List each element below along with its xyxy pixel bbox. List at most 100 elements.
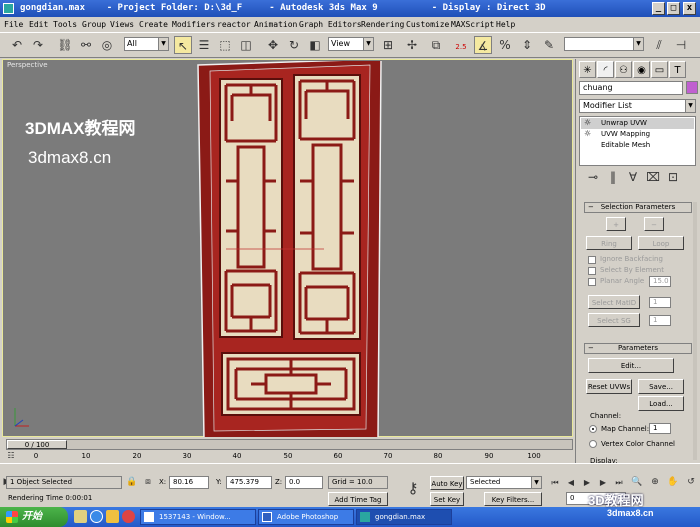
mirror-icon[interactable]: ⫽ [650,36,668,54]
lock-selection-icon[interactable]: 🔒 [126,475,138,489]
task-photoshop[interactable]: Adobe Photoshop [258,509,354,525]
menu-rendering[interactable]: Rendering [361,17,404,32]
load-uvw-button[interactable]: Load... [638,396,684,411]
parameters-rollout[interactable]: − Parameters [584,343,692,354]
arc-rotate-icon[interactable]: ↺ [684,476,698,489]
configure-modifier-sets-icon[interactable]: ⊡ [664,168,682,186]
menu-help[interactable]: Help [496,17,515,32]
go-to-end-icon[interactable]: ⏭ [612,476,626,489]
set-key-button[interactable]: Set Key [430,492,464,506]
browser-icon[interactable] [90,510,103,523]
named-selection-dropdown[interactable]: ▼ [564,37,644,51]
select-by-element-checkbox[interactable] [588,267,596,275]
modifier-list-dropdown[interactable]: Modifier List ▼ [579,99,696,113]
reference-coord-dropdown[interactable]: View ▼ [328,37,374,51]
zoom-all-icon[interactable]: ⊕ [648,476,662,489]
ignore-backfacing-checkbox[interactable] [588,256,596,264]
ring-button[interactable]: Ring [586,236,632,250]
align-icon[interactable]: ⊣ [672,36,690,54]
pan-icon[interactable]: ✋ [666,476,680,489]
spinner-snap-icon[interactable]: ⇕ [518,36,536,54]
frame-ruler[interactable]: 0 10 20 30 40 50 60 70 80 90 100 [34,452,573,462]
hierarchy-tab-icon[interactable]: ⚇ [615,61,632,78]
menu-views[interactable]: Views [110,17,134,32]
select-manipulate-icon[interactable]: ✢ [403,36,421,54]
next-frame-icon[interactable]: ▶ [596,476,610,489]
absolute-mode-icon[interactable]: ⧈ [142,475,154,489]
auto-key-button[interactable]: Auto Key [430,476,464,490]
utilities-tab-icon[interactable]: T [669,61,686,78]
select-and-link-icon[interactable]: ⛓ [56,36,74,54]
rectangular-selection-icon[interactable]: ⬚ [216,36,234,54]
window-crossing-icon[interactable]: ◫ [237,36,255,54]
menu-file[interactable]: File [4,17,23,32]
menu-group[interactable]: Group [82,17,106,32]
edit-named-selection-icon[interactable]: ✎ [540,36,558,54]
unlink-icon[interactable]: ⚯ [77,36,95,54]
pivot-center-icon[interactable]: ⊞ [379,36,397,54]
loop-button[interactable]: Loop [638,236,684,250]
edit-uvw-button[interactable]: Edit... [588,358,674,373]
stack-item-uvw-mapping[interactable]: UVW Mapping [581,129,694,140]
stack-item-unwrap-uvw[interactable]: Unwrap UVW [581,118,694,129]
sg-value[interactable]: 1 [649,315,671,326]
menu-maxscript[interactable]: MAXScript [451,17,494,32]
viewport-label[interactable]: Perspective [7,61,48,69]
select-object-icon[interactable]: ↖ [174,36,192,54]
angle-snap-icon[interactable]: ∡ [474,36,492,54]
modify-tab-icon[interactable]: ◜ [597,61,614,78]
menu-reactor[interactable]: reactor [217,17,251,32]
folder-icon[interactable] [106,510,119,523]
save-uvw-button[interactable]: Save... [638,379,684,394]
maximize-button[interactable]: □ [667,2,680,15]
planar-angle-checkbox[interactable] [588,278,596,286]
remove-modifier-icon[interactable]: ⌧ [644,168,662,186]
close-button[interactable]: x [683,2,696,15]
select-by-name-icon[interactable]: ☰ [195,36,213,54]
zoom-icon[interactable]: 🔍 [630,476,644,489]
object-color-swatch[interactable] [686,81,698,94]
grow-selection-button[interactable]: + [606,217,626,231]
make-unique-icon[interactable]: ∀ [624,168,642,186]
redo-icon[interactable]: ↷ [29,36,47,54]
trackbar-icon[interactable]: ☷ [4,451,18,463]
object-name-field[interactable]: chuang [579,81,683,95]
reset-uvws-button[interactable]: Reset UVWs [586,379,632,394]
select-and-rotate-icon[interactable]: ↻ [285,36,303,54]
keyboard-shortcut-toggle-icon[interactable]: ⧉ [427,36,445,54]
bind-space-warp-icon[interactable]: ◎ [98,36,116,54]
motion-tab-icon[interactable]: ◉ [633,61,650,78]
task-3dsmax[interactable]: gongdian.max [356,509,452,525]
z-coordinate[interactable]: 0.0 [285,476,323,489]
x-coordinate[interactable]: 80.16 [169,476,209,489]
panel-scrollbar[interactable] [693,202,697,460]
media-icon[interactable] [122,510,135,523]
select-and-move-icon[interactable]: ✥ [264,36,282,54]
start-button[interactable]: 开始 [0,507,68,527]
previous-frame-icon[interactable]: ◀ [564,476,578,489]
show-end-result-icon[interactable]: ‖ [604,168,622,186]
perspective-viewport[interactable]: Perspective 3DMAX教程网 3dmax8.cn [2,59,573,439]
menu-animation[interactable]: Animation [254,17,297,32]
selection-parameters-rollout[interactable]: − Selection Parameters [584,202,692,213]
set-key-mode-icon[interactable]: ⚷ [402,478,424,498]
time-slider-thumb[interactable]: 0 / 100 [7,440,67,449]
key-selection-dropdown[interactable]: Selected ▼ [466,476,542,489]
key-filters-button[interactable]: Key Filters... [484,492,542,506]
door-model[interactable] [196,61,386,439]
lightbulb-icon[interactable]: ☼ [584,129,591,138]
lightbulb-icon[interactable]: ☼ [584,118,591,127]
shrink-selection-button[interactable]: − [644,217,664,231]
add-time-tag-button[interactable]: Add Time Tag [328,492,388,506]
matid-value[interactable]: 1 [649,297,671,308]
undo-icon[interactable]: ↶ [8,36,26,54]
map-channel-radio[interactable] [589,425,597,433]
menu-create[interactable]: Create [139,17,168,32]
menu-customize[interactable]: Customize [406,17,449,32]
display-tab-icon[interactable]: ▭ [651,61,668,78]
menu-graph-editors[interactable]: Graph Editors [299,17,362,32]
minimize-button[interactable]: _ [652,2,665,15]
planar-angle-value[interactable]: 15.0 [649,276,671,287]
pin-stack-icon[interactable]: ⊸ [584,168,602,186]
select-and-scale-icon[interactable]: ◧ [306,36,324,54]
